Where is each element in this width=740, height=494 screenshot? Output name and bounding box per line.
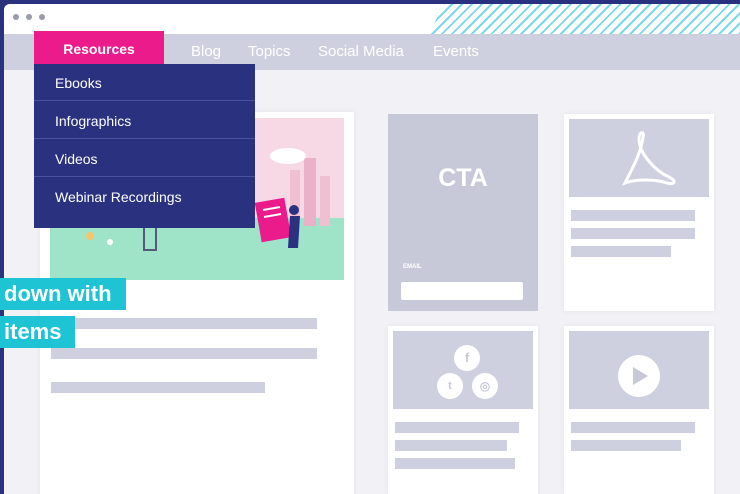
play-icon[interactable] bbox=[569, 331, 709, 409]
cta-card[interactable]: CTA EMAIL bbox=[388, 114, 538, 311]
close-dot[interactable] bbox=[13, 14, 19, 20]
dropdown-item-webinar-recordings[interactable]: Webinar Recordings bbox=[34, 178, 255, 215]
video-thumbnail bbox=[569, 331, 709, 409]
placeholder-line bbox=[571, 210, 695, 221]
placeholder-line bbox=[395, 422, 519, 433]
placeholder-line bbox=[395, 440, 507, 451]
cta-title: CTA bbox=[438, 164, 488, 192]
dropdown-item-infographics[interactable]: Infographics bbox=[34, 102, 255, 139]
facebook-icon[interactable]: f bbox=[454, 345, 480, 371]
placeholder-line bbox=[395, 458, 515, 469]
instagram-icon[interactable]: ◎ bbox=[472, 373, 498, 399]
video-resource-card[interactable] bbox=[564, 326, 714, 494]
title-bar bbox=[4, 4, 740, 46]
placeholder-line bbox=[51, 382, 265, 393]
placeholder-line bbox=[571, 228, 695, 239]
overlay-caption-line-1: down with bbox=[0, 278, 126, 310]
social-thumbnail: f t ◎ bbox=[393, 331, 533, 409]
pdf-resource-card[interactable] bbox=[564, 114, 714, 311]
email-field[interactable] bbox=[401, 282, 523, 300]
nav-item-events[interactable]: Events bbox=[433, 34, 479, 70]
dropdown-item-ebooks[interactable]: Ebooks bbox=[34, 64, 255, 101]
email-label: EMAIL bbox=[403, 264, 422, 270]
placeholder-line bbox=[51, 348, 317, 359]
placeholder-line bbox=[571, 246, 671, 257]
adobe-pdf-icon bbox=[621, 131, 676, 186]
placeholder-line bbox=[571, 440, 681, 451]
social-resource-card[interactable]: f t ◎ bbox=[388, 326, 538, 494]
twitter-icon[interactable]: t bbox=[437, 373, 463, 399]
nav-item-resources[interactable]: Resources bbox=[34, 31, 164, 67]
pdf-thumbnail bbox=[569, 119, 709, 197]
overlay-caption-line-2: items bbox=[0, 316, 76, 348]
nav-item-social-media[interactable]: Social Media bbox=[318, 34, 404, 70]
maximize-dot[interactable] bbox=[39, 14, 45, 20]
minimize-dot[interactable] bbox=[26, 14, 32, 20]
dropdown-item-videos[interactable]: Videos bbox=[34, 140, 255, 177]
placeholder-line bbox=[571, 422, 695, 433]
placeholder-line bbox=[51, 318, 317, 329]
resources-dropdown-menu: Ebooks Infographics Videos Webinar Recor… bbox=[34, 64, 255, 228]
